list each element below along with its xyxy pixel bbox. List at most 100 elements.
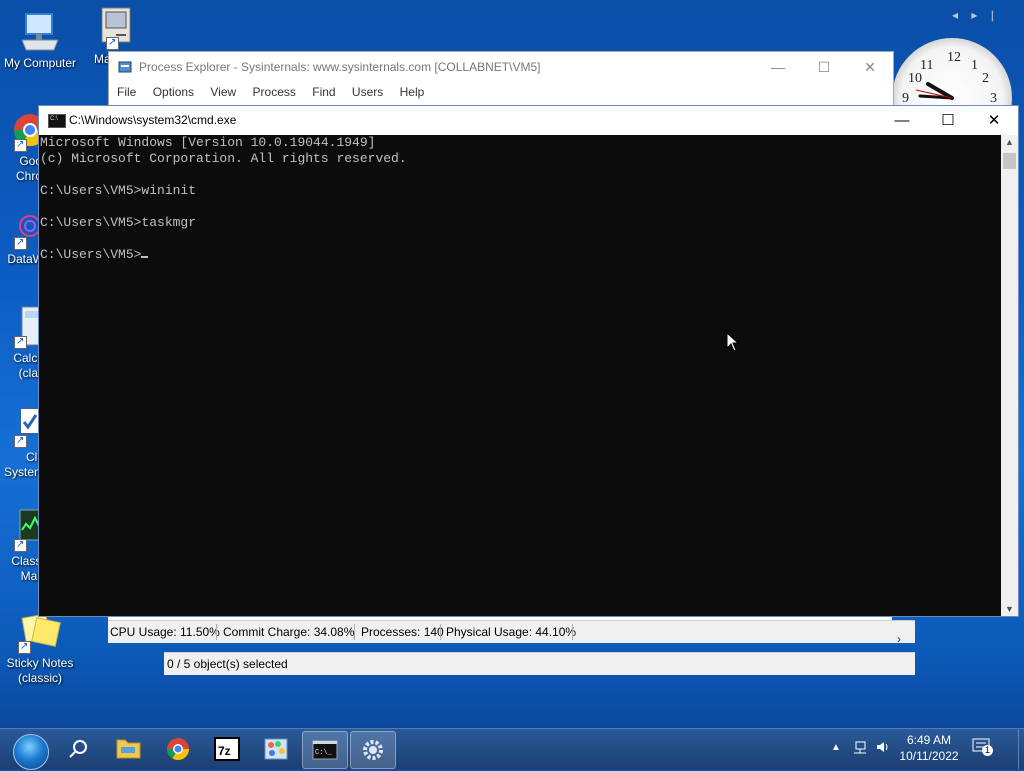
menu-help[interactable]: Help [400, 85, 425, 99]
clock-numeral-10: 10 [908, 71, 922, 86]
pe-maximize-button[interactable]: ☐ [801, 52, 847, 82]
status-separator [216, 624, 217, 640]
svg-text:C:\_: C:\_ [315, 749, 333, 757]
classic-mac-icon [94, 6, 138, 50]
pe-close-button[interactable]: ✕ [847, 52, 893, 82]
desktop-icon-sticky-notes[interactable]: Sticky Notes (classic) [0, 610, 80, 686]
clock-numeral-3: 3 [990, 91, 997, 106]
clock-date: 10/11/2022 [899, 749, 959, 763]
gadget-prev-button[interactable]: ◂ [952, 8, 958, 22]
computer-icon [18, 10, 62, 54]
console-prompt: C:\Users\VM5> [40, 247, 142, 262]
process-explorer-window[interactable]: Process Explorer - Sysinternals: www.sys… [108, 51, 894, 113]
show-desktop-button[interactable] [1018, 729, 1024, 769]
taskbar-paint[interactable] [254, 731, 298, 767]
process-explorer-statusbar: CPU Usage: 11.50% Commit Charge: 34.08% … [108, 620, 915, 643]
cmd-title: C:\Windows\system32\cmd.exe [69, 113, 237, 127]
notification-count-badge: 1 [982, 745, 993, 756]
cmd-close-button[interactable]: ✕ [971, 106, 1017, 135]
clock-numeral-11: 11 [920, 58, 933, 73]
search-button[interactable] [56, 731, 100, 767]
taskbar-settings[interactable] [350, 731, 396, 769]
taskbar: 7z C:\_ ▲ 6:49 AM 10/11/2022 1 [0, 728, 1024, 770]
cmd-scrollbar[interactable]: ▲ ▼ [1001, 135, 1018, 616]
scroll-up-icon[interactable]: ▲ [1001, 137, 1018, 147]
scroll-down-icon[interactable]: ▼ [1001, 604, 1018, 614]
show-hidden-icons-icon[interactable]: ▲ [831, 742, 841, 753]
menu-file[interactable]: File [117, 85, 136, 99]
shortcut-arrow-icon [18, 639, 31, 654]
scroll-thumb[interactable] [1003, 153, 1016, 169]
gear-icon [363, 740, 383, 760]
taskbar-cmd[interactable]: C:\_ [302, 731, 348, 769]
status-separator [572, 624, 573, 640]
status-physical-usage: Physical Usage: 44.10% [446, 625, 577, 639]
cmd-window[interactable]: C:\Windows\system32\cmd.exe — ☐ ✕ Micros… [38, 105, 1019, 617]
menu-users[interactable]: Users [352, 85, 383, 99]
taskbar-file-explorer[interactable] [106, 731, 150, 767]
svg-text:7z: 7z [218, 744, 231, 758]
cmd-icon: C:\_ [312, 740, 338, 760]
gadget-next-button[interactable]: ▸ [971, 8, 977, 22]
pe-minimize-button[interactable]: — [755, 52, 801, 82]
console-line: C:\Users\VM5>taskmgr [40, 215, 197, 230]
7zip-icon: 7z [214, 737, 240, 761]
clock-numeral-9: 9 [902, 91, 909, 106]
taskbar-7zip[interactable]: 7z [205, 731, 249, 767]
console-line: Microsoft Windows [Version 10.0.19044.19… [40, 135, 376, 150]
console-prompt-line: C:\Users\VM5> [40, 247, 1001, 263]
gadget-close-button[interactable]: | [991, 8, 994, 22]
status-cpu-usage: CPU Usage: 11.50% [110, 625, 220, 639]
process-explorer-icon [118, 61, 132, 73]
shortcut-arrow-icon [14, 137, 27, 152]
clock-numeral-2: 2 [982, 71, 989, 86]
shortcut-arrow-icon [14, 334, 27, 349]
clock-numeral-12: 12 [947, 50, 961, 65]
console-line: C:\Users\VM5>wininit [40, 183, 197, 198]
taskbar-clock[interactable]: 6:49 AM 10/11/2022 [896, 732, 962, 764]
menu-options[interactable]: Options [153, 85, 194, 99]
shortcut-arrow-icon [14, 433, 27, 448]
windows-logo-icon [13, 734, 49, 770]
desktop-icon-label: My Computer [3, 56, 77, 70]
selection-status: 0 / 5 object(s) selected [167, 657, 288, 671]
menu-find[interactable]: Find [312, 85, 335, 99]
cmd-icon [48, 114, 66, 128]
cmd-console[interactable]: Microsoft Windows [Version 10.0.19044.19… [39, 135, 1001, 616]
text-cursor [141, 256, 149, 258]
process-explorer-titlebar[interactable]: Process Explorer - Sysinternals: www.sys… [109, 52, 893, 82]
paint-icon [264, 738, 288, 760]
gadget-nav: ◂ ▸ | [952, 8, 994, 22]
chevron-right-icon[interactable]: › [897, 632, 911, 646]
process-explorer-title: Process Explorer - Sysinternals: www.sys… [139, 60, 541, 74]
menu-process[interactable]: Process [253, 85, 296, 99]
clock-numeral-1: 1 [971, 58, 978, 73]
clock-time: 6:49 AM [906, 733, 952, 747]
process-explorer-selection-bar: 0 / 5 object(s) selected [164, 652, 915, 675]
network-icon[interactable] [852, 739, 868, 755]
action-center-button[interactable]: 1 [972, 738, 993, 756]
status-commit-charge: Commit Charge: 34.08% [223, 625, 355, 639]
cmd-maximize-button[interactable]: ☐ [925, 106, 971, 135]
shortcut-arrow-icon [106, 35, 119, 50]
volume-icon[interactable] [875, 739, 891, 755]
status-separator [354, 624, 355, 640]
taskbar-chrome[interactable] [156, 731, 200, 767]
start-button[interactable] [4, 731, 49, 770]
mouse-pointer-icon [726, 332, 740, 352]
menu-view[interactable]: View [210, 85, 236, 99]
cmd-minimize-button[interactable]: — [879, 106, 925, 135]
status-separator [440, 624, 441, 640]
desktop-icon-label: Sticky Notes (classic) [6, 656, 74, 685]
search-icon [69, 740, 87, 758]
folder-icon [116, 739, 141, 759]
chrome-icon [167, 738, 189, 760]
process-explorer-menubar: File Options View Process Find Users Hel… [109, 82, 893, 102]
console-line: (c) Microsoft Corporation. All rights re… [40, 151, 407, 166]
cmd-titlebar[interactable]: C:\Windows\system32\cmd.exe — ☐ ✕ [39, 106, 1018, 135]
status-processes: Processes: 140 [361, 625, 444, 639]
desktop-icon-my-computer[interactable]: My Computer [0, 10, 80, 71]
